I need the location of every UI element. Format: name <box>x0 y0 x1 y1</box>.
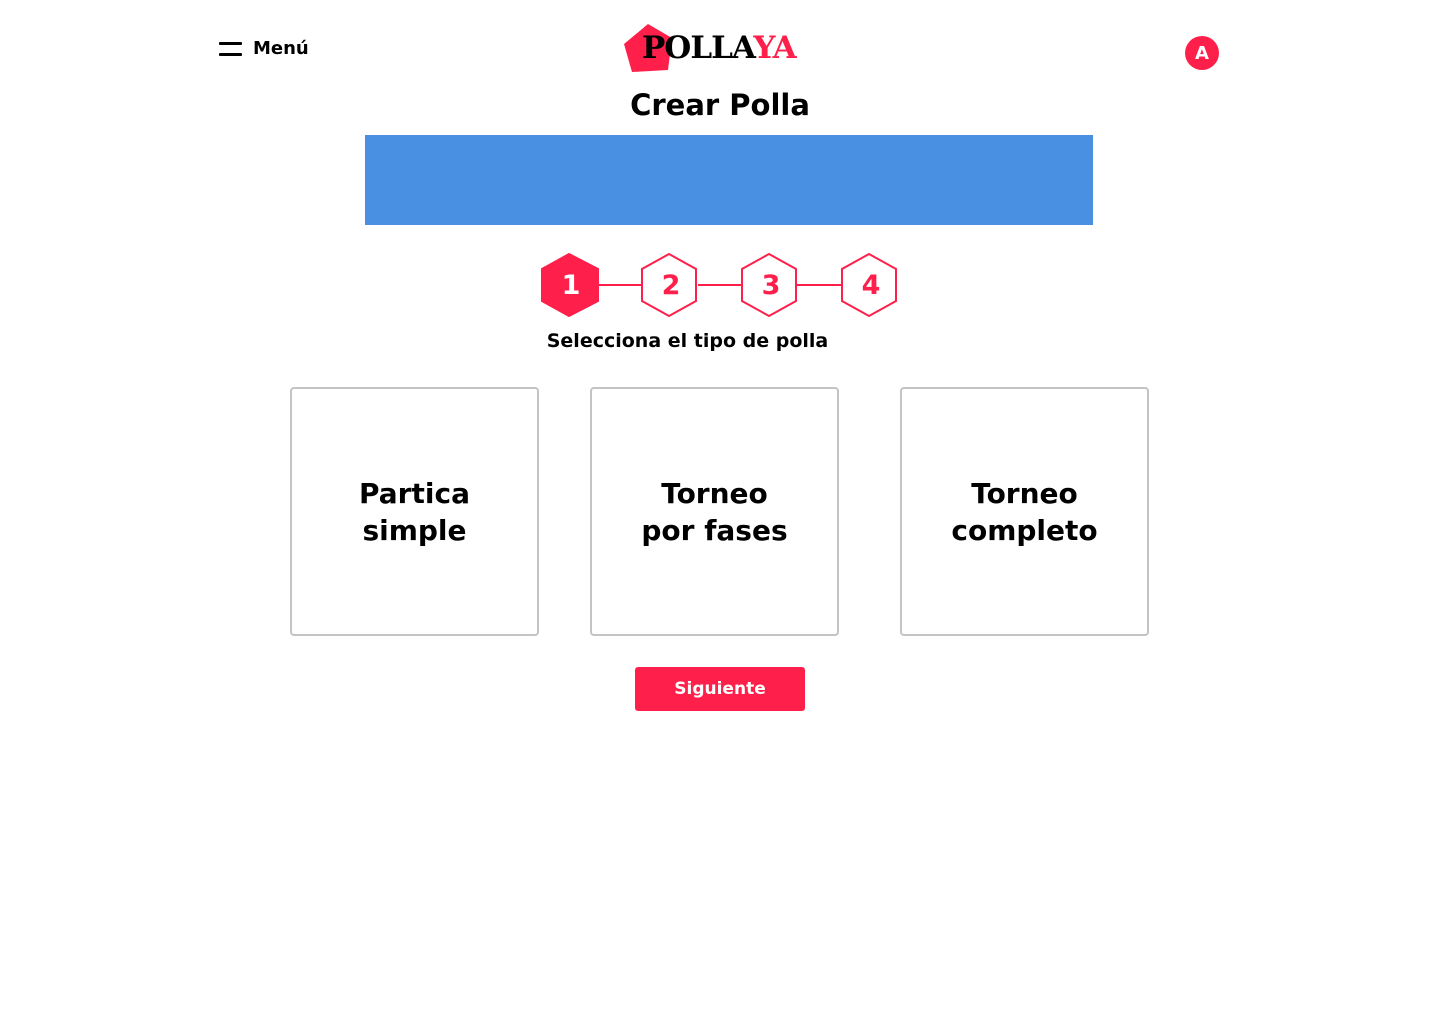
logo-text-accent: YA <box>753 30 796 66</box>
step-4[interactable]: 4 <box>840 252 902 318</box>
page-title: Crear Polla <box>630 88 810 122</box>
option-card-partica-simple[interactable]: Partica simple <box>290 387 539 636</box>
step-number: 4 <box>861 269 881 301</box>
step-number: 1 <box>561 269 581 301</box>
step-1[interactable]: 1 <box>540 252 602 318</box>
step-subtitle: Selecciona el tipo de polla <box>546 330 829 352</box>
next-button[interactable]: Siguiente <box>635 667 805 711</box>
menu-button[interactable]: Menú <box>219 38 309 59</box>
card-label-line: Partica <box>359 476 470 510</box>
card-label-line: simple <box>362 513 467 547</box>
card-label-line: Torneo <box>971 476 1078 510</box>
option-card-torneo-por-fases[interactable]: Torneo por fases <box>590 387 839 636</box>
step-connector <box>698 284 742 286</box>
step-connector <box>796 284 842 286</box>
banner-placeholder <box>365 135 1093 225</box>
user-avatar[interactable]: A <box>1185 36 1219 70</box>
step-number: 2 <box>661 269 681 301</box>
option-card-torneo-completo[interactable]: Torneo completo <box>900 387 1149 636</box>
pollaya-logo[interactable]: POLLAYA <box>622 22 804 74</box>
create-polla-page: Menú POLLAYA A Crear Polla 1 2 3 4 Selec… <box>0 0 1440 1024</box>
logo-text-dark: POLLA <box>642 30 754 66</box>
step-2[interactable]: 2 <box>640 252 702 318</box>
menu-label: Menú <box>253 38 309 59</box>
card-label-line: completo <box>951 513 1098 547</box>
step-connector <box>598 284 642 286</box>
card-label-line: Torneo <box>661 476 768 510</box>
card-label-line: por fases <box>641 513 788 547</box>
step-3[interactable]: 3 <box>740 252 802 318</box>
stepper: 1 2 3 4 <box>538 252 900 318</box>
hamburger-icon <box>219 41 242 57</box>
step-number: 3 <box>761 269 781 301</box>
